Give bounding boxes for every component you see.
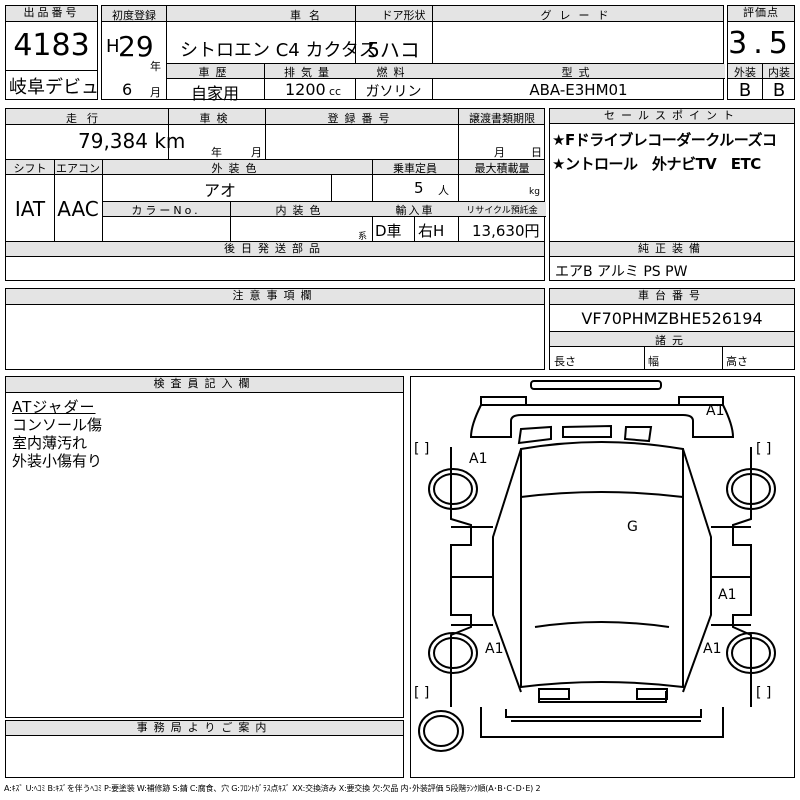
- lot-number: 4183: [13, 28, 90, 63]
- ext-grade-header: 外装: [734, 66, 756, 79]
- displacement-header: 排気量: [284, 66, 335, 79]
- import-handle: 右H: [418, 222, 445, 240]
- lot-number-box: 出品番号 4183 岐阜デビュ: [5, 5, 99, 100]
- chassis-header: 車台番号: [550, 289, 794, 305]
- bracket-mark: [ ]: [756, 685, 771, 701]
- equipment-header: 純正装備: [550, 242, 794, 257]
- dims-header: 諸元: [655, 334, 689, 347]
- first-reg-year: 29: [118, 30, 154, 63]
- color-no-header: カラーNo.: [131, 204, 201, 217]
- reg-number-header: 登録番号: [327, 112, 396, 125]
- bracket-mark: [ ]: [414, 441, 429, 457]
- bracket-mark: [ ]: [414, 685, 429, 701]
- grade-header: グレード: [540, 9, 617, 22]
- vehicle-history: 自家用: [190, 84, 239, 103]
- later-parts-box: 後日発送部品: [5, 241, 545, 281]
- height-label: 高さ: [726, 355, 748, 368]
- inspection-header: 車検: [199, 112, 234, 125]
- caution-box: 注意事項欄: [5, 288, 545, 370]
- inspector-line-4: 外装小傷有り: [12, 452, 103, 470]
- sales-point-line1: ★Fドライブレコーダークルーズコ: [552, 131, 777, 149]
- recycle-header: リサイクル預託金: [466, 206, 538, 216]
- width-label: 幅: [648, 355, 659, 368]
- fuel-type: ガソリン: [365, 84, 422, 100]
- ac-header: エアコン: [56, 162, 100, 175]
- sales-point-box: セールスポイント ★Fドライブレコーダークルーズコ ★ントロール 外ナビTV E…: [549, 108, 795, 242]
- office-box: 事務局よりご案内: [5, 720, 404, 778]
- model-header: 型式: [561, 66, 596, 79]
- damage-legend: A:ｷｽﾞ U:ﾍｺﾐ B:ｷｽﾞを伴うﾍｺﾐ P:要塗装 W:補修跡 S:錆 …: [4, 784, 541, 793]
- equipment-list: エアB アルミ PS PW: [555, 264, 688, 280]
- transfer-day-unit: 日: [531, 146, 542, 159]
- first-reg-header: 初度登録: [112, 9, 156, 22]
- damage-mark-rear-left: A1: [485, 641, 503, 657]
- damage-mark-right-door: A1: [718, 587, 736, 603]
- auction-debut: 岐阜デビュ: [9, 77, 99, 98]
- exterior-color: アオ: [204, 181, 237, 200]
- exterior-grade: B: [738, 80, 752, 101]
- damage-mark-glass: G: [627, 519, 638, 535]
- sales-point-line2: ★ントロール 外ナビTV ETC: [552, 155, 761, 173]
- shift-type: IAT: [14, 197, 46, 221]
- int-color-header: 内装色: [275, 204, 327, 217]
- capacity-header: 乗車定員: [393, 162, 437, 175]
- import-header: 輸入車: [395, 204, 435, 217]
- inspector-box: 検査員記入欄 ATジャダー コンソール傷 室内薄汚れ 外装小傷有り: [5, 376, 404, 718]
- load-unit: kg: [529, 187, 540, 197]
- damage-mark-rear-right: A1: [703, 641, 721, 657]
- office-header: 事務局よりご案内: [6, 721, 403, 736]
- capacity: 5: [414, 179, 424, 197]
- equipment-box: 純正装備 エアB アルミ PS PW: [549, 241, 795, 281]
- mileage-header: 走行: [66, 112, 108, 125]
- car-name: シトロエン C4 カクタス: [180, 40, 377, 61]
- chassis-box: 車台番号 VF70PHMZBHE526194 諸元 長さ 幅 高さ: [549, 288, 795, 370]
- lot-number-header: 出品番号: [6, 6, 97, 22]
- int-grade-header: 内装: [768, 66, 790, 79]
- sales-point-header: セールスポイント: [550, 109, 794, 124]
- import-drive: D車: [375, 222, 402, 240]
- model-code: ABA-E3HM01: [529, 81, 628, 99]
- inspector-header: 検査員記入欄: [6, 377, 403, 393]
- ac-type: AAC: [57, 197, 99, 221]
- fuel-header: 燃料: [376, 66, 411, 79]
- year-unit: 年: [150, 60, 161, 73]
- length-label: 長さ: [554, 355, 576, 368]
- insp-year-unit: 年: [211, 146, 222, 159]
- capacity-unit: 人: [438, 184, 449, 197]
- score-box: 評価点 3.5 外装 内装 B B: [727, 5, 795, 101]
- score-header: 評価点: [728, 6, 794, 22]
- caution-header: 注意事項欄: [6, 289, 544, 305]
- details-box: 走行 車検 登録番号 譲渡書類期限 79,384 km 年 月 月 日 シフト …: [5, 108, 546, 242]
- damage-diagram: A1 A1 G A1 A1 A1 [ ] [ ] [ ] [ ]: [410, 376, 795, 778]
- recycle-fee: 13,630円: [472, 222, 540, 240]
- history-header: 車歴: [198, 66, 233, 79]
- overall-score: 3.5: [728, 26, 794, 61]
- interior-grade: B: [772, 80, 786, 101]
- transfer-header: 譲渡書類期限: [469, 112, 535, 125]
- damage-mark-front-right: A1: [706, 403, 724, 419]
- displacement-unit: cc: [329, 85, 342, 98]
- vehicle-info-box: 初度登録 車名 ドア形状 グレード H 29 年 シトロエン C4 カクタス 5…: [101, 5, 725, 103]
- later-parts-header: 後日発送部品: [6, 242, 544, 257]
- damage-mark-front-left: A1: [469, 451, 487, 467]
- mileage: 79,384 km: [78, 129, 186, 153]
- first-reg-month: 6: [122, 80, 133, 99]
- door-type: 5ハコ: [367, 38, 420, 62]
- car-outline-diagram: A1 A1 G A1 A1 A1 [ ] [ ] [ ] [ ]: [414, 380, 776, 752]
- month-unit: 月: [150, 86, 161, 99]
- displacement: 1200: [285, 80, 326, 99]
- bracket-mark: [ ]: [756, 441, 771, 457]
- transfer-month-unit: 月: [494, 146, 505, 159]
- chassis-number: VF70PHMZBHE526194: [581, 309, 763, 328]
- insp-month-unit: 月: [251, 146, 262, 159]
- load-header: 最大積載量: [474, 162, 530, 175]
- shift-header: シフト: [13, 162, 47, 175]
